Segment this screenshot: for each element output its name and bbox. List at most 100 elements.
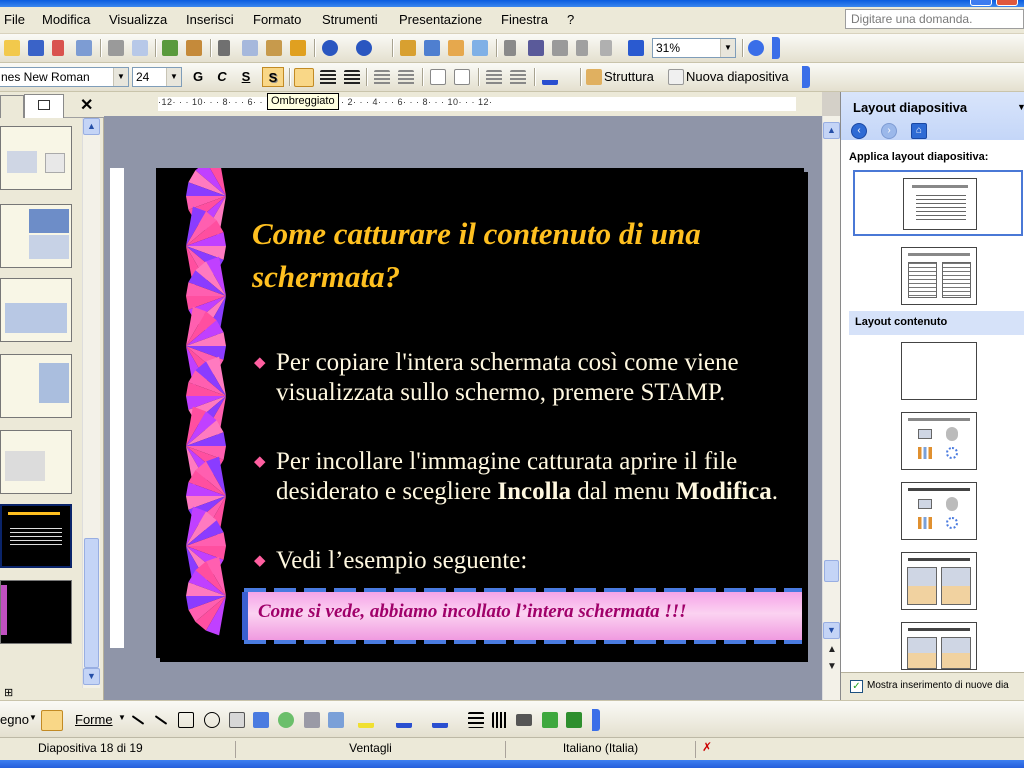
menu-file[interactable]: File	[4, 12, 25, 27]
rectangle-icon[interactable]	[178, 712, 194, 728]
menu-help[interactable]: ?	[567, 12, 574, 27]
italic-button[interactable]: C	[212, 67, 232, 87]
home-icon[interactable]: ⌂	[911, 123, 927, 139]
font-name-select[interactable]: nes New Roman ▼	[0, 67, 129, 87]
scroll-thumb[interactable]	[824, 560, 839, 582]
color-grayscale-icon[interactable]	[576, 40, 588, 56]
wordart-icon[interactable]	[253, 712, 269, 728]
align-center-icon[interactable]	[320, 70, 336, 86]
new-slide-icon[interactable]	[668, 69, 684, 85]
draw-menu[interactable]: egno	[0, 712, 29, 727]
restore-button[interactable]	[970, 0, 992, 6]
task-pane-menu-icon[interactable]: ▼	[1017, 102, 1024, 112]
shadow-button[interactable]: S	[262, 67, 284, 87]
back-arrow-icon[interactable]: ‹	[851, 123, 867, 139]
line-style-icon[interactable]	[468, 712, 484, 728]
close-window-button[interactable]	[996, 0, 1018, 6]
line-icon[interactable]	[131, 715, 145, 725]
font-color-icon[interactable]	[542, 69, 558, 85]
normal-view-icon[interactable]: ⊞	[4, 686, 13, 699]
slide-title[interactable]: Come catturare il contenuto di una scher…	[252, 212, 792, 298]
show-grid-icon[interactable]	[552, 40, 568, 56]
forward-arrow-icon[interactable]: ›	[881, 123, 897, 139]
slide-canvas[interactable]: Come catturare il contenuto di una scher…	[156, 168, 804, 658]
task-pane-title[interactable]: Layout diapositiva	[853, 100, 967, 115]
scroll-up-icon[interactable]: ▲	[83, 118, 100, 135]
undo-icon[interactable]	[322, 40, 338, 56]
insert-table-icon[interactable]	[424, 40, 440, 56]
slide-color-icon[interactable]	[628, 40, 644, 56]
align-right-icon[interactable]	[344, 70, 360, 86]
hyperlink-icon[interactable]	[472, 40, 488, 56]
show-on-insert-checkbox[interactable]: ✓	[850, 680, 863, 693]
text-box-icon[interactable]	[229, 712, 245, 728]
arrow-style-icon[interactable]	[516, 714, 532, 726]
redo-icon[interactable]	[356, 40, 372, 56]
format-painter-icon[interactable]	[290, 40, 306, 56]
slide-thumbnail-current[interactable]	[0, 504, 72, 568]
select-objects-icon[interactable]	[41, 710, 63, 731]
scroll-up-icon[interactable]: ▲	[823, 122, 840, 139]
slide-thumbnail[interactable]	[0, 354, 72, 418]
layout-two-columns[interactable]	[901, 247, 977, 305]
spelling-status-icon[interactable]: ✗	[702, 740, 722, 756]
shadow-style-icon[interactable]	[542, 712, 558, 728]
line-color-icon[interactable]	[396, 712, 412, 728]
menu-formato[interactable]: Formato	[253, 12, 301, 27]
scroll-thumb[interactable]	[84, 538, 99, 668]
increase-indent-icon[interactable]	[510, 70, 526, 86]
slide-thumbnail[interactable]	[0, 204, 72, 268]
menu-visualizza[interactable]: Visualizza	[109, 12, 167, 27]
scroll-down-icon[interactable]: ▼	[83, 668, 100, 685]
previous-slide-icon[interactable]: ▲	[827, 644, 837, 655]
language-indicator[interactable]: Italiano (Italia)	[506, 741, 696, 758]
spelling-icon[interactable]	[162, 40, 178, 56]
oval-icon[interactable]	[204, 712, 220, 728]
save-icon[interactable]	[28, 40, 44, 56]
layout-title-content[interactable]	[901, 482, 977, 540]
numbering-icon[interactable]	[374, 70, 390, 86]
increase-font-icon[interactable]	[430, 69, 446, 85]
zoom-select[interactable]: 31% ▼	[652, 38, 736, 58]
dash-style-icon[interactable]	[492, 712, 508, 728]
design-button-label[interactable]: Struttura	[604, 69, 654, 84]
bold-button[interactable]: G	[188, 67, 208, 87]
slide-thumbnail[interactable]	[0, 580, 72, 644]
insert-chart-icon[interactable]	[400, 40, 416, 56]
menu-modifica[interactable]: Modifica	[42, 12, 90, 27]
underline-button[interactable]: S	[236, 67, 256, 87]
fill-color-icon[interactable]	[358, 712, 374, 728]
layout-content[interactable]	[901, 412, 977, 470]
cut-icon[interactable]	[218, 40, 230, 56]
paste-icon[interactable]	[266, 40, 282, 56]
slide-scrollbar[interactable]: ▲ ▼ ▲ ▼	[822, 116, 840, 700]
design-icon[interactable]	[586, 69, 602, 85]
align-left-icon[interactable]	[294, 68, 314, 87]
color-icon[interactable]	[600, 40, 612, 56]
decrease-font-icon[interactable]	[454, 69, 470, 85]
permission-icon[interactable]	[52, 40, 64, 56]
layout-title-text[interactable]	[853, 170, 1023, 236]
help-icon[interactable]	[748, 40, 764, 56]
toolbar-options-grip[interactable]	[802, 66, 810, 88]
clipart-icon[interactable]	[304, 712, 320, 728]
slides-scrollbar[interactable]: ▲ ▼	[82, 118, 100, 688]
layout-four-content[interactable]	[901, 622, 977, 670]
slide-thumbnail[interactable]	[0, 278, 72, 342]
show-formatting-icon[interactable]	[528, 40, 544, 56]
menu-strumenti[interactable]: Strumenti	[322, 12, 378, 27]
expand-all-icon[interactable]	[504, 40, 516, 56]
font-size-select[interactable]: 24 ▼	[132, 67, 182, 87]
slides-tab[interactable]	[24, 94, 64, 118]
menu-presentazione[interactable]: Presentazione	[399, 12, 482, 27]
slide-thumbnail[interactable]	[0, 126, 72, 190]
menu-inserisci[interactable]: Inserisci	[186, 12, 234, 27]
3d-style-icon[interactable]	[566, 712, 582, 728]
layout-blank[interactable]	[901, 342, 977, 400]
decrease-indent-icon[interactable]	[486, 70, 502, 86]
print-icon[interactable]	[108, 40, 124, 56]
email-icon[interactable]	[76, 40, 92, 56]
font-color-icon[interactable]	[432, 712, 448, 728]
outline-tab[interactable]	[0, 95, 24, 118]
bullets-icon[interactable]	[398, 70, 414, 86]
